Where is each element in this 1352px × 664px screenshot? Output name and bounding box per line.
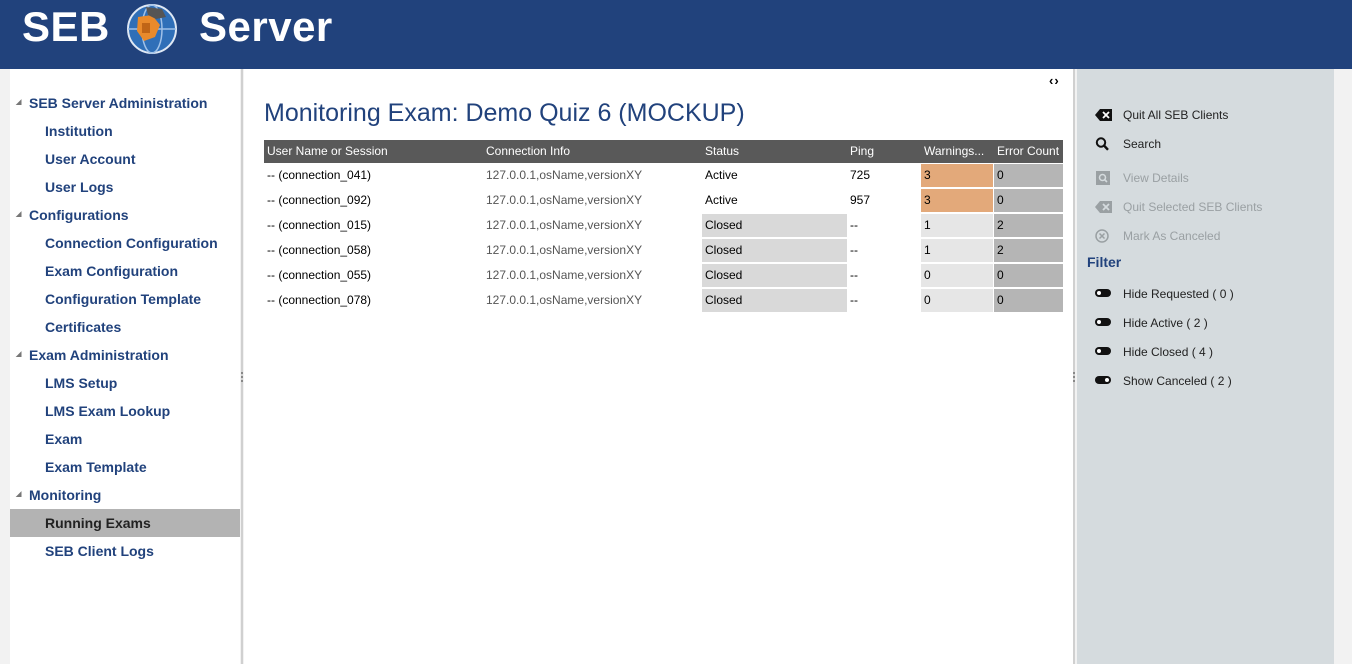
expand-triangle-icon[interactable]: ◢	[16, 481, 21, 509]
cell-error-count: 2	[994, 239, 1063, 262]
nav-item-user-logs[interactable]: User Logs	[10, 173, 240, 201]
cell-connection-info: 127.0.0.1,osName,versionXY	[486, 168, 643, 182]
nav-item-institution[interactable]: Institution	[10, 117, 240, 145]
cell-status: Closed	[702, 239, 847, 262]
search-icon	[1095, 137, 1109, 151]
nav-item-exam[interactable]: Exam	[10, 425, 240, 453]
cell-status: Closed	[702, 289, 847, 312]
quit-icon	[1095, 109, 1112, 121]
connections-table: User Name or Session Connection Info Sta…	[264, 140, 1063, 313]
cell-session: -- (connection_041)	[267, 168, 372, 182]
cancel-circle-icon	[1095, 229, 1109, 243]
column-header-connection-info[interactable]: Connection Info	[483, 140, 702, 163]
filter-heading: Filter	[1087, 254, 1122, 270]
nav-item-connection-configuration[interactable]: Connection Configuration	[10, 229, 240, 257]
cell-status: Active	[705, 168, 738, 182]
table-row[interactable]: -- (connection_078) 127.0.0.1,osName,ver…	[264, 288, 1063, 313]
logo-text-seb: SEB	[22, 3, 110, 50]
cell-session: -- (connection_055)	[267, 268, 372, 282]
cell-connection-info: 127.0.0.1,osName,versionXY	[486, 218, 643, 232]
cell-session: -- (connection_015)	[267, 218, 372, 232]
nav-item-seb-client-logs[interactable]: SEB Client Logs	[10, 537, 240, 565]
right-splitter[interactable]	[1073, 69, 1075, 664]
cell-ping: --	[850, 218, 858, 232]
cell-session: -- (connection_078)	[267, 293, 372, 307]
cell-connection-info: 127.0.0.1,osName,versionXY	[486, 243, 643, 257]
column-header-session[interactable]: User Name or Session	[264, 140, 483, 163]
cell-error-count: 2	[994, 214, 1063, 237]
cell-warnings: 1	[921, 239, 993, 262]
table-row[interactable]: -- (connection_055) 127.0.0.1,osName,ver…	[264, 263, 1063, 288]
cell-warnings: 0	[921, 264, 993, 287]
cell-ping: --	[850, 243, 858, 257]
cell-ping: 725	[850, 168, 871, 182]
table-header: User Name or Session Connection Info Sta…	[264, 140, 1063, 163]
nav-item-exam-template[interactable]: Exam Template	[10, 453, 240, 481]
nav-group-monitoring[interactable]: ◢ Monitoring	[10, 481, 240, 509]
cell-ping: 957	[850, 193, 871, 207]
table-row[interactable]: -- (connection_058) 127.0.0.1,osName,ver…	[264, 238, 1063, 263]
left-splitter[interactable]	[241, 69, 243, 664]
view-details-icon	[1096, 171, 1110, 185]
collapse-toggle-icon[interactable]: ‹›	[1049, 73, 1060, 88]
cell-connection-info: 127.0.0.1,osName,versionXY	[486, 193, 643, 207]
navigation-tree: ◢ SEB Server Administration Institution …	[10, 69, 240, 664]
expand-triangle-icon[interactable]: ◢	[16, 341, 21, 369]
table-row[interactable]: -- (connection_092) 127.0.0.1,osName,ver…	[264, 188, 1063, 213]
cell-status: Active	[705, 193, 738, 207]
cell-warnings: 3	[921, 164, 993, 187]
nav-item-running-exams[interactable]: Running Exams	[10, 509, 240, 537]
cell-error-count: 0	[994, 189, 1063, 212]
column-header-status[interactable]: Status	[702, 140, 847, 163]
cell-ping: --	[850, 268, 858, 282]
column-header-ping[interactable]: Ping	[847, 140, 921, 163]
nav-item-exam-configuration[interactable]: Exam Configuration	[10, 257, 240, 285]
nav-group-configurations[interactable]: ◢ Configurations	[10, 201, 240, 229]
cell-warnings: 3	[921, 189, 993, 212]
cell-error-count: 0	[994, 164, 1063, 187]
splitter-grip-icon[interactable]	[241, 372, 243, 382]
toggle-off-icon[interactable]	[1095, 289, 1111, 297]
expand-triangle-icon[interactable]: ◢	[16, 201, 21, 229]
expand-triangle-icon[interactable]: ◢	[16, 89, 21, 117]
nav-item-lms-exam-lookup[interactable]: LMS Exam Lookup	[10, 397, 240, 425]
logo-globe-icon	[127, 4, 177, 54]
toggle-off-icon[interactable]	[1095, 347, 1111, 355]
cell-session: -- (connection_092)	[267, 193, 372, 207]
cell-connection-info: 127.0.0.1,osName,versionXY	[486, 293, 643, 307]
header-bar: SEB Server	[0, 0, 1352, 69]
quit-icon	[1095, 201, 1112, 213]
logo-text-server: Server	[199, 3, 333, 50]
action-pane: Quit All SEB Clients Search View Details…	[1077, 69, 1334, 664]
cell-status: Closed	[702, 214, 847, 237]
column-header-error-count[interactable]: Error Count	[994, 140, 1063, 163]
toggle-on-icon[interactable]	[1095, 376, 1111, 384]
cell-status: Closed	[702, 264, 847, 287]
main-content: ‹› Monitoring Exam: Demo Quiz 6 (MOCKUP)…	[244, 69, 1073, 664]
cell-session: -- (connection_058)	[267, 243, 372, 257]
nav-item-lms-setup[interactable]: LMS Setup	[10, 369, 240, 397]
cell-warnings: 0	[921, 289, 993, 312]
toggle-off-icon[interactable]	[1095, 318, 1111, 326]
nav-item-certificates[interactable]: Certificates	[10, 313, 240, 341]
page-title: Monitoring Exam: Demo Quiz 6 (MOCKUP)	[264, 99, 745, 127]
table-row[interactable]: -- (connection_041) 127.0.0.1,osName,ver…	[264, 163, 1063, 188]
nav-item-user-account[interactable]: User Account	[10, 145, 240, 173]
nav-group-seb-server-administration[interactable]: ◢ SEB Server Administration	[10, 89, 240, 117]
splitter-grip-icon[interactable]	[1073, 372, 1075, 382]
nav-group-exam-administration[interactable]: ◢ Exam Administration	[10, 341, 240, 369]
cell-connection-info: 127.0.0.1,osName,versionXY	[486, 268, 643, 282]
cell-error-count: 0	[994, 289, 1063, 312]
cell-warnings: 1	[921, 214, 993, 237]
table-row[interactable]: -- (connection_015) 127.0.0.1,osName,ver…	[264, 213, 1063, 238]
cell-ping: --	[850, 293, 858, 307]
nav-item-configuration-template[interactable]: Configuration Template	[10, 285, 240, 313]
column-header-warnings[interactable]: Warnings...	[921, 140, 994, 163]
cell-error-count: 0	[994, 264, 1063, 287]
